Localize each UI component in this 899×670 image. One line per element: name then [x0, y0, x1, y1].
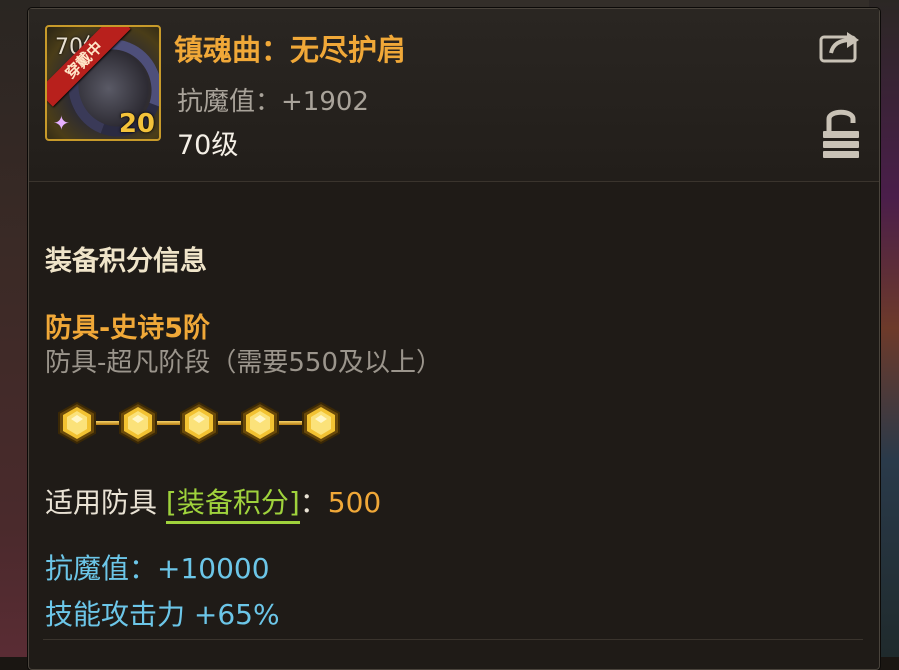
- bonus-magic-resist: 抗魔值：+10000: [45, 552, 270, 585]
- share-icon[interactable]: [819, 29, 863, 65]
- applied-score-value: 500: [327, 486, 382, 519]
- star-gem-icon: [299, 401, 343, 445]
- grade-stars: [55, 401, 355, 445]
- applied-prefix: 适用防具: [45, 486, 166, 519]
- star-gem-icon: [116, 401, 160, 445]
- enhance-level: 20: [118, 109, 155, 139]
- shoulder-armor-icon[interactable]: 70级 穿戴中 ✦ 20: [45, 25, 161, 141]
- star-gem-icon: [238, 401, 282, 445]
- applied-score-line: 适用防具 [装备积分]：500: [45, 481, 382, 524]
- lock-open-icon[interactable]: [821, 105, 861, 161]
- equipment-score-link[interactable]: [装备积分]: [165, 486, 300, 524]
- item-level: 70级: [177, 130, 239, 161]
- tooltip-header: 70级 穿戴中 ✦ 20 镇魂曲：无尽护肩 抗魔值：+1902 70级: [29, 9, 879, 182]
- item-name: 镇魂曲：无尽护肩: [174, 33, 407, 67]
- divider: [43, 639, 863, 640]
- item-tooltip: 70级 穿戴中 ✦ 20 镇魂曲：无尽护肩 抗魔值：+1902 70级 装备积分…: [28, 8, 880, 670]
- bonus-skill-attack: 技能攻击力 +65%: [45, 598, 280, 631]
- score-info-title: 装备积分信息: [45, 246, 207, 277]
- item-base-stat: 抗魔值：+1902: [177, 87, 369, 117]
- star-gem-icon: [177, 401, 221, 445]
- current-grade: 防具-史诗5阶: [45, 313, 210, 344]
- star-gem-icon: [55, 401, 99, 445]
- applied-separator: ：: [299, 486, 328, 519]
- sparkle-icon: ✦: [53, 111, 70, 135]
- next-grade-requirement: 防具-超凡阶段（需要550及以上）: [45, 348, 443, 378]
